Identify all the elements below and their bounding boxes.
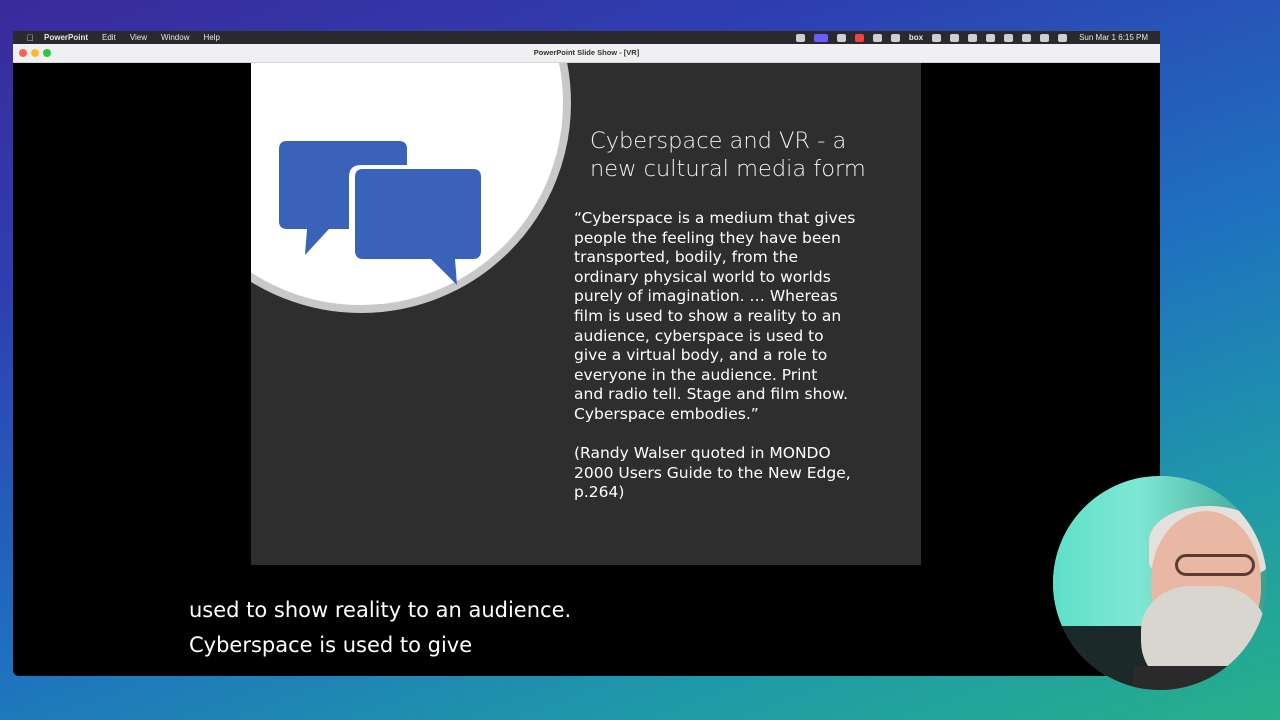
menu-help[interactable]: Help bbox=[203, 31, 219, 44]
wifi-icon[interactable] bbox=[1004, 33, 1014, 42]
quote-line: transported, bodily, from the bbox=[574, 248, 799, 267]
box-status-label[interactable]: box bbox=[909, 33, 923, 42]
siri-icon[interactable] bbox=[1058, 33, 1068, 42]
quote-line: give a virtual body, and a role to bbox=[574, 346, 828, 365]
cloud-icon[interactable] bbox=[795, 33, 805, 42]
quote-line: everyone in the audience. Print bbox=[574, 365, 818, 384]
menu-app-name[interactable]: PowerPoint bbox=[44, 31, 88, 44]
control-center-icon[interactable] bbox=[1040, 33, 1050, 42]
quote-line: audience, cyberspace is used to bbox=[574, 326, 824, 345]
quote-citation: (Randy Walser quoted in MONDO 2000 Users… bbox=[574, 444, 894, 503]
quote-line: film is used to show a reality to an bbox=[574, 306, 842, 325]
presenter-glasses bbox=[1175, 554, 1255, 576]
eject-icon[interactable] bbox=[968, 33, 978, 42]
quote-line: purely of imagination. … Whereas bbox=[574, 287, 838, 306]
presenter-shirt bbox=[1133, 666, 1267, 690]
search-icon[interactable] bbox=[1022, 33, 1032, 42]
menu-view[interactable]: View bbox=[130, 31, 147, 44]
globe-icon[interactable] bbox=[932, 33, 942, 42]
captions: used to show reality to an audience. Cyb… bbox=[189, 593, 889, 663]
citation-line: (Randy Walser quoted in MONDO bbox=[574, 444, 831, 463]
menu-window[interactable]: Window bbox=[161, 31, 189, 44]
quote-line: ordinary physical world to worlds bbox=[574, 267, 831, 286]
red-app-icon[interactable] bbox=[854, 33, 864, 42]
citation-line: 2000 Users Guide to the New Edge, bbox=[574, 463, 851, 482]
citation-line: p.264) bbox=[574, 483, 625, 502]
quote-line: “Cyberspace is a medium that gives bbox=[574, 209, 856, 227]
slide-title-line: new cultural media form bbox=[590, 156, 866, 182]
slide-title-line: Cyberspace and VR - a bbox=[590, 128, 847, 154]
slide[interactable]: Cyberspace and VR - a new cultural media… bbox=[251, 63, 921, 565]
menu-edit[interactable]: Edit bbox=[102, 31, 116, 44]
quote-text: “Cyberspace is a medium that gives peopl… bbox=[574, 209, 894, 425]
record-icon[interactable] bbox=[836, 33, 846, 42]
apple-icon[interactable]:  bbox=[24, 33, 36, 43]
menu-clock[interactable]: Sun Mar 1 6:15 PM bbox=[1079, 33, 1148, 42]
grammarly-icon[interactable] bbox=[890, 33, 900, 42]
podcast-icon[interactable] bbox=[950, 33, 960, 42]
quote-line: Cyberspace embodies.” bbox=[574, 404, 759, 423]
front-bubble-shape bbox=[355, 169, 481, 285]
slideshow-window: PowerPoint Slide Show - [VR] Cyberspace … bbox=[13, 44, 1160, 676]
window-title: PowerPoint Slide Show - [VR] bbox=[533, 48, 640, 57]
slide-quote: “Cyberspace is a medium that gives peopl… bbox=[574, 209, 894, 503]
screen-share-icon[interactable] bbox=[813, 33, 828, 42]
quote-line: people the feeling they have been bbox=[574, 228, 841, 247]
bluetooth-icon[interactable] bbox=[986, 33, 996, 42]
caption-line: used to show reality to an audience. bbox=[189, 598, 572, 622]
status-area: box Sun Mar 1 6:15 PM bbox=[787, 33, 1148, 42]
slide-title: Cyberspace and VR - a new cultural media… bbox=[590, 127, 890, 183]
menu-bar:  PowerPoint Edit View Window Help box S… bbox=[13, 31, 1160, 44]
window-titlebar[interactable]: PowerPoint Slide Show - [VR] bbox=[13, 44, 1160, 63]
quote-line: and radio tell. Stage and film show. bbox=[574, 385, 849, 404]
caption-line: Cyberspace is used to give bbox=[189, 633, 473, 657]
chat-bubbles-icon bbox=[279, 141, 481, 285]
camera-icon[interactable] bbox=[872, 33, 882, 42]
webcam-overlay[interactable] bbox=[1053, 476, 1267, 690]
